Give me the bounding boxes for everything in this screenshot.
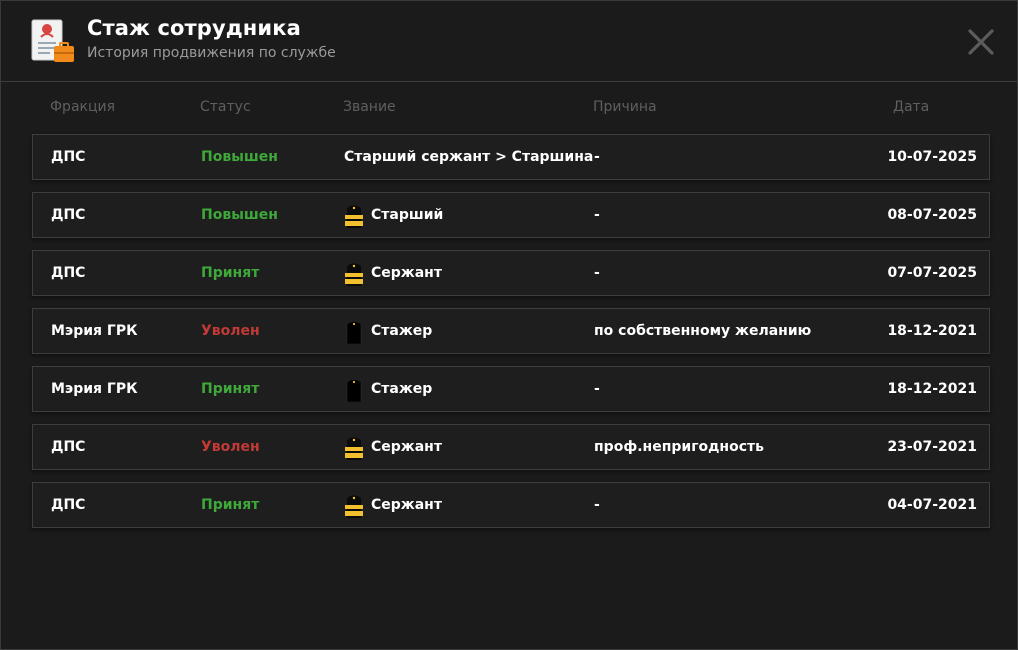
column-header-rank: Звание	[343, 99, 396, 115]
cell-reason: -	[594, 149, 600, 165]
table-row[interactable]: Мэрия ГРК Принят Стажер - 18-12-2021	[32, 366, 990, 412]
cell-date: 08-07-2025	[887, 207, 977, 223]
table-row[interactable]: Мэрия ГРК Уволен Стажер по собственному …	[32, 308, 990, 354]
cell-faction: ДПС	[51, 149, 86, 165]
table-row[interactable]: ДПС Повышен Старший сержант > Старшина -…	[32, 134, 990, 180]
window-header: Стаж сотрудника История продвижения по с…	[1, 1, 1017, 82]
cell-reason: -	[594, 381, 600, 397]
cell-faction: Мэрия ГРК	[51, 323, 138, 339]
window-subtitle: История продвижения по службе	[87, 45, 336, 61]
cell-date: 18-12-2021	[887, 381, 977, 397]
cell-status: Принят	[201, 497, 260, 513]
cell-reason: -	[594, 265, 600, 281]
column-header-reason: Причина	[593, 99, 657, 115]
table-row[interactable]: ДПС Принят Сержант - 04-07-2021	[32, 482, 990, 528]
black-shoulder-strap-icon	[346, 321, 362, 344]
cell-rank: Сержант	[371, 497, 442, 513]
cell-reason: проф.непригодность	[594, 439, 764, 455]
cell-status: Принят	[201, 265, 260, 281]
cell-status: Принят	[201, 381, 260, 397]
column-header-status: Статус	[200, 99, 251, 115]
cell-rank: Стажер	[371, 381, 433, 397]
cell-faction: ДПС	[51, 497, 86, 513]
column-header-date: Дата	[893, 99, 930, 115]
cell-status: Повышен	[201, 207, 278, 223]
table-row[interactable]: ДПС Уволен Сержант проф.непригодность 23…	[32, 424, 990, 470]
gold-shoulder-strap-icon	[345, 263, 363, 286]
cell-rank: Старший сержант > Старшина	[344, 149, 594, 165]
window-title: Стаж сотрудника	[87, 16, 301, 40]
column-header-faction: Фракция	[50, 99, 116, 115]
service-history-window: Стаж сотрудника История продвижения по с…	[0, 0, 1018, 650]
cell-faction: ДПС	[51, 265, 86, 281]
cell-faction: ДПС	[51, 207, 86, 223]
table-row[interactable]: ДПС Принят Сержант - 07-07-2025	[32, 250, 990, 296]
cell-faction: ДПС	[51, 439, 86, 455]
cell-reason: по собственному желанию	[594, 323, 812, 339]
cell-status: Уволен	[201, 439, 260, 455]
black-shoulder-strap-icon	[346, 379, 362, 402]
cell-rank: Сержант	[371, 265, 442, 281]
cell-rank: Сержант	[371, 439, 442, 455]
cell-date: 07-07-2025	[887, 265, 977, 281]
cell-date: 10-07-2025	[887, 149, 977, 165]
table-row[interactable]: ДПС Повышен Старший - 08-07-2025	[32, 192, 990, 238]
personnel-file-icon	[31, 19, 74, 62]
cell-status: Повышен	[201, 149, 278, 165]
gold-shoulder-strap-icon	[345, 437, 363, 460]
cell-date: 04-07-2021	[887, 497, 977, 513]
cell-date: 18-12-2021	[887, 323, 977, 339]
close-icon[interactable]	[965, 26, 997, 58]
cell-rank: Стажер	[371, 323, 433, 339]
cell-date: 23-07-2021	[887, 439, 977, 455]
cell-status: Уволен	[201, 323, 260, 339]
cell-reason: -	[594, 497, 600, 513]
gold-shoulder-strap-icon	[345, 495, 363, 518]
cell-reason: -	[594, 207, 600, 223]
cell-rank: Старший	[371, 207, 444, 223]
history-table: ДПС Повышен Старший сержант > Старшина -…	[32, 134, 990, 540]
cell-faction: Мэрия ГРК	[51, 381, 138, 397]
gold-shoulder-strap-icon	[345, 205, 363, 228]
